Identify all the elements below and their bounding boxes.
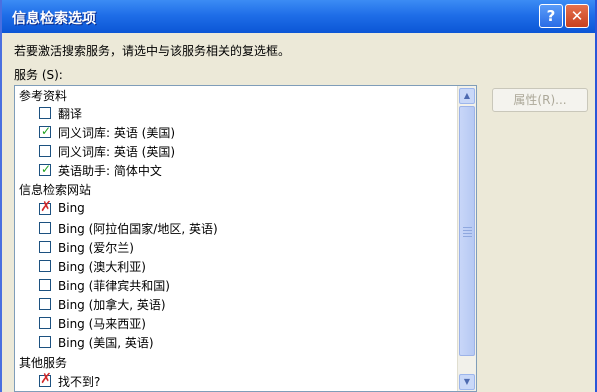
service-label: 找不到? (58, 375, 101, 389)
services-listbox[interactable]: 参考资料 翻译 ✓ 同义词库: 英语 (美国) 同义词库: 英语 (英国) ✓ … (14, 85, 477, 392)
scroll-up-arrow-icon[interactable]: ▲ (459, 88, 475, 104)
services-label: 服务 (S): (14, 68, 63, 82)
group-header-reference: 参考资料 (19, 89, 68, 103)
scroll-thumb[interactable] (459, 106, 475, 356)
service-label: Bing (马来西亚) (58, 317, 146, 331)
checkbox[interactable] (39, 298, 51, 310)
service-label: Bing (美国, 英语) (58, 336, 154, 350)
checkbox[interactable] (39, 145, 51, 157)
title-bar: 信息检索选项 ? ✕ (2, 0, 595, 33)
checkbox[interactable]: ✗ (39, 199, 52, 215)
service-label: Bing (菲律宾共和国) (58, 279, 170, 293)
checkbox[interactable] (39, 260, 51, 272)
service-label: Bing (58, 201, 85, 215)
list-scrollbar[interactable]: ▲ ▼ (457, 86, 476, 391)
checkmark-icon: ✓ (40, 162, 52, 176)
checkbox[interactable] (39, 317, 51, 329)
blocked-x-icon: ✗ (40, 371, 52, 387)
service-label: 同义词库: 英语 (美国) (58, 126, 176, 140)
service-label: Bing (加拿大, 英语) (58, 298, 166, 312)
window-title: 信息检索选项 (12, 11, 96, 27)
checkbox[interactable] (39, 222, 51, 234)
checkbox[interactable] (39, 336, 51, 348)
service-label: Bing (爱尔兰) (58, 241, 134, 255)
checkbox[interactable]: ✓ (39, 162, 52, 176)
checkbox[interactable] (39, 107, 51, 119)
checkbox[interactable]: ✗ (39, 371, 52, 387)
group-header-research-sites: 信息检索网站 (19, 183, 92, 197)
properties-button[interactable]: 属性(R)... (492, 88, 588, 112)
blocked-x-icon: ✗ (40, 199, 52, 215)
checkbox[interactable] (39, 241, 51, 253)
service-label: 英语助手: 简体中文 (58, 164, 162, 178)
service-label: 同义词库: 英语 (英国) (58, 145, 176, 159)
service-label: Bing (阿拉伯国家/地区, 英语) (58, 222, 218, 236)
service-label: 翻译 (58, 107, 83, 121)
checkbox[interactable] (39, 279, 51, 291)
group-header-other-services: 其他服务 (19, 356, 68, 370)
service-label: Bing (澳大利亚) (58, 260, 146, 274)
research-options-dialog: 信息检索选项 ? ✕ 若要激活搜索服务，请选中与该服务相关的复选框。 服务 (S… (0, 0, 597, 392)
help-button[interactable]: ? (539, 4, 563, 28)
checkbox[interactable]: ✓ (39, 124, 52, 138)
instruction-text: 若要激活搜索服务，请选中与该服务相关的复选框。 (14, 44, 291, 58)
checkmark-icon: ✓ (40, 124, 52, 138)
scroll-down-arrow-icon[interactable]: ▼ (459, 374, 475, 390)
close-button[interactable]: ✕ (565, 4, 589, 28)
